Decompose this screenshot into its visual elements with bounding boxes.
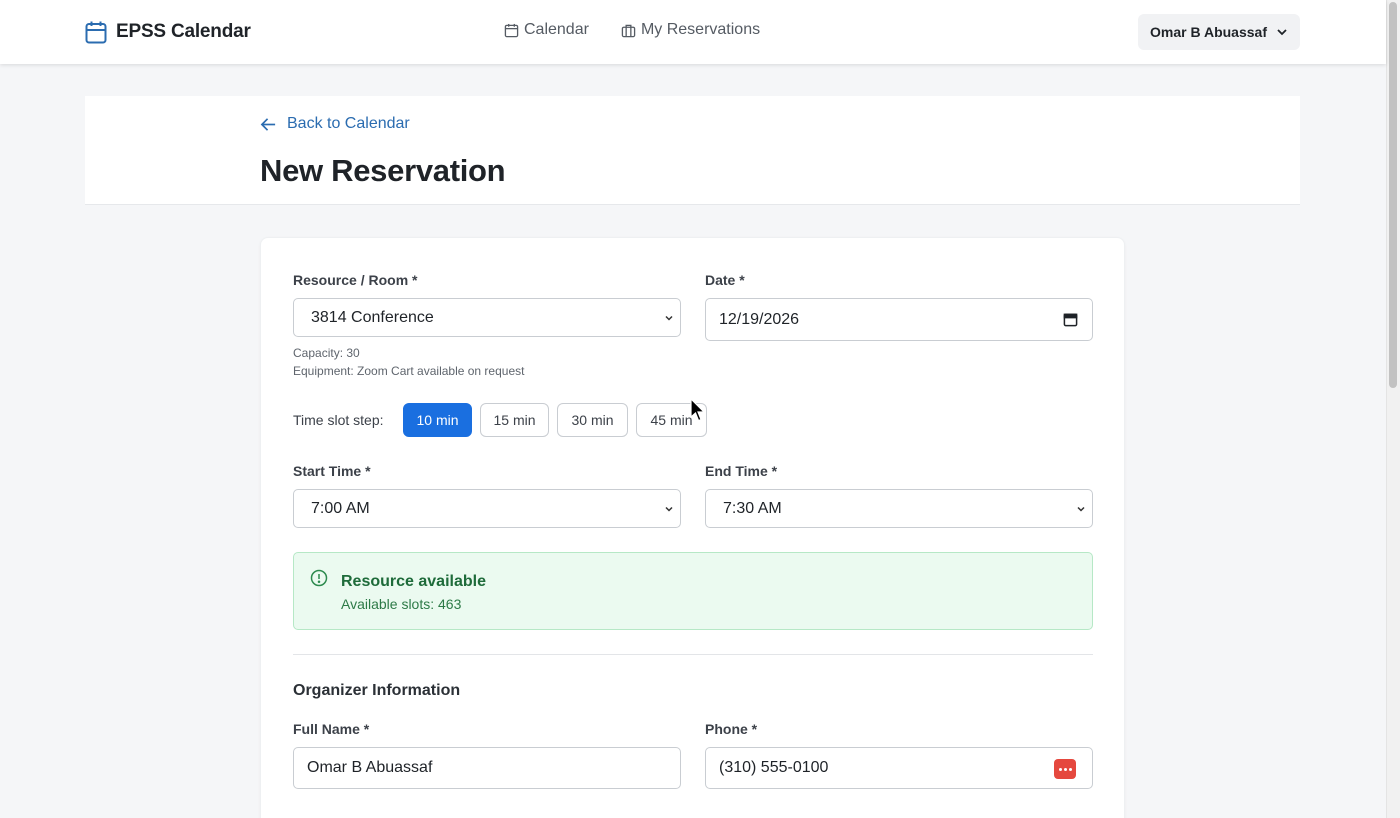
nav-calendar[interactable]: Calendar — [504, 21, 589, 39]
phone-value: (310) 555-0100 — [719, 759, 829, 776]
brand-name: EPSS Calendar — [116, 21, 251, 42]
mouse-cursor-icon — [690, 398, 706, 422]
calendar-icon[interactable] — [1063, 312, 1078, 327]
availability-text: Available slots: 463 — [341, 596, 462, 612]
main-nav: Calendar My Reservations — [504, 21, 760, 39]
nav-calendar-label: Calendar — [524, 21, 589, 38]
phone-label: Phone * — [705, 721, 758, 737]
step-30-button[interactable]: 30 min — [557, 403, 628, 437]
start-time-label: Start Time * — [293, 463, 371, 479]
calendar-icon — [504, 23, 519, 37]
back-to-calendar-link[interactable]: Back to Calendar — [260, 115, 410, 133]
availability-title: Resource available — [341, 573, 486, 590]
end-time-value: 7:30 AM — [723, 499, 782, 517]
organizer-section-title: Organizer Information — [293, 682, 461, 699]
chevron-down-icon — [665, 315, 673, 321]
chevron-down-icon — [1077, 506, 1085, 512]
chevron-down-icon — [665, 506, 673, 512]
full-name-input[interactable]: Omar B Abuassaf — [293, 747, 681, 789]
page-header: Back to Calendar New Reservation — [85, 96, 1300, 205]
step-15-button[interactable]: 15 min — [480, 403, 549, 437]
time-step-label: Time slot step: — [293, 412, 384, 428]
resource-label: Resource / Room * — [293, 272, 418, 288]
availability-alert: Resource available Available slots: 463 — [293, 552, 1093, 630]
brand[interactable]: EPSS Calendar — [85, 19, 251, 45]
reservation-form-card: Resource / Room * 3814 Conference Capaci… — [260, 237, 1125, 818]
arrow-left-icon — [260, 117, 276, 131]
page-title: New Reservation — [260, 153, 506, 188]
password-manager-icon[interactable] — [1054, 759, 1076, 779]
date-input-value: 12/19/2026 — [719, 310, 800, 328]
equipment-text: Equipment: Zoom Cart available on reques… — [293, 364, 525, 378]
capacity-text: Capacity: 30 — [293, 346, 360, 360]
back-link-label: Back to Calendar — [287, 115, 410, 132]
top-navbar: EPSS Calendar Calendar My Reservations O… — [0, 0, 1386, 64]
nav-my-reservations-label: My Reservations — [640, 21, 761, 38]
chevron-down-icon — [1277, 29, 1287, 36]
full-name-value: Omar B Abuassaf — [307, 759, 433, 776]
section-divider — [293, 654, 1093, 655]
scrollbar-thumb[interactable] — [1389, 2, 1397, 388]
resource-select[interactable]: 3814 Conference — [293, 298, 681, 337]
end-time-label: End Time * — [705, 463, 778, 479]
step-10-button[interactable]: 10 min — [403, 403, 472, 437]
resource-select-value: 3814 Conference — [311, 308, 434, 326]
info-circle-icon — [310, 569, 328, 587]
start-time-select[interactable]: 7:00 AM — [293, 489, 681, 528]
start-time-value: 7:00 AM — [311, 499, 370, 517]
briefcase-icon — [621, 24, 636, 37]
end-time-select[interactable]: 7:30 AM — [705, 489, 1093, 528]
date-label: Date * — [705, 272, 745, 288]
nav-my-reservations[interactable]: My Reservations — [621, 21, 760, 39]
user-name: Omar B Abuassaf — [1150, 24, 1267, 40]
full-name-label: Full Name * — [293, 721, 370, 737]
phone-input[interactable]: (310) 555-0100 — [705, 747, 1093, 789]
user-menu-button[interactable]: Omar B Abuassaf — [1138, 14, 1300, 50]
date-input[interactable]: 12/19/2026 — [705, 298, 1093, 341]
calendar-icon — [85, 21, 107, 44]
